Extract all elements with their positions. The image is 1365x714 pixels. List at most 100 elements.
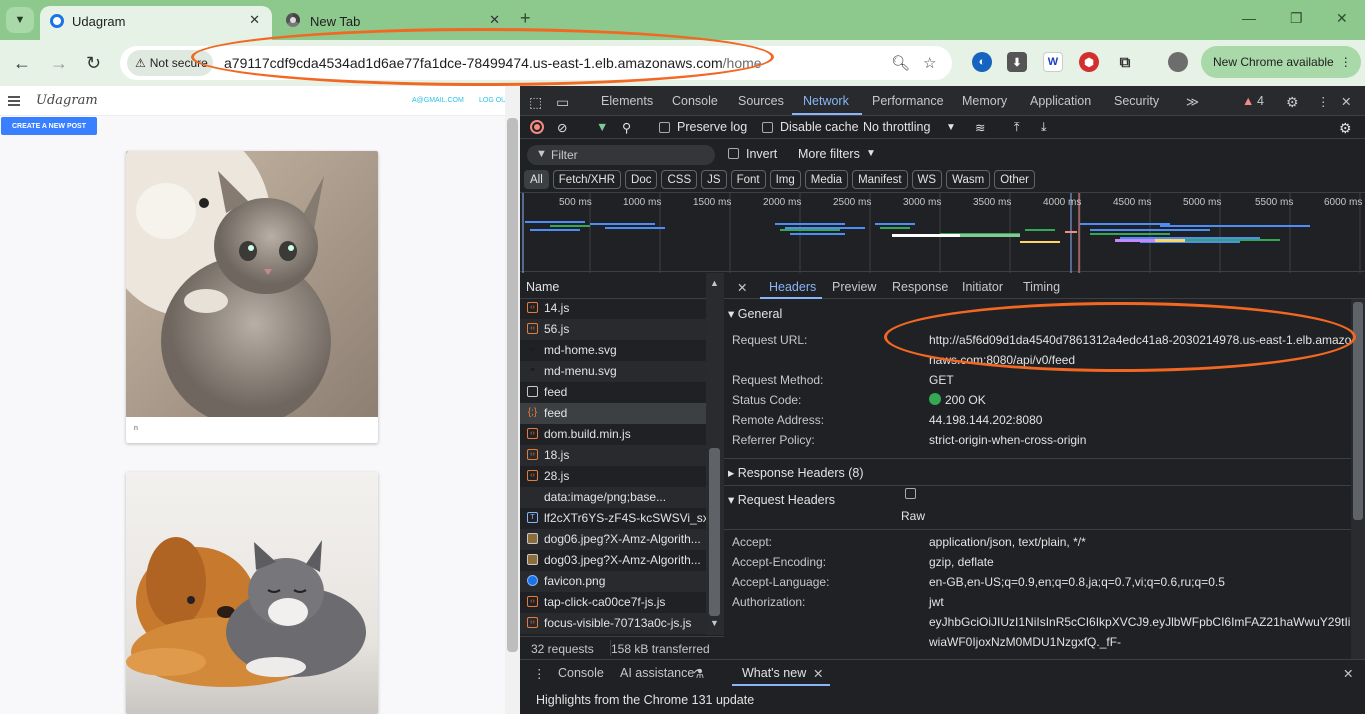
- reload-icon[interactable]: ↻: [86, 53, 101, 74]
- chip-manifest[interactable]: Manifest: [852, 170, 908, 189]
- request-row[interactable]: ⌂ md-home.svg: [520, 340, 706, 361]
- request-row[interactable]: ‹› tap-click-ca00ce7f-js.js: [520, 592, 706, 613]
- throttling-select[interactable]: No throttling: [863, 120, 930, 134]
- drawer-tab-whats-new[interactable]: What's new: [742, 666, 806, 680]
- tab-sources[interactable]: Sources: [738, 94, 784, 108]
- more-options-icon[interactable]: ⋮: [1317, 94, 1330, 109]
- close-window-icon[interactable]: ✕: [1336, 10, 1348, 27]
- network-settings-gear-icon[interactable]: ⚙: [1339, 120, 1352, 137]
- tab-elements[interactable]: Elements: [601, 94, 653, 108]
- tab-security[interactable]: Security: [1114, 94, 1159, 108]
- chip-doc[interactable]: Doc: [625, 170, 658, 189]
- puzzle-icon[interactable]: ⧉: [1115, 52, 1135, 72]
- search-icon[interactable]: ⚲: [622, 120, 631, 135]
- minimize-icon[interactable]: —: [1242, 10, 1256, 26]
- settings-gear-icon[interactable]: ⚙: [1286, 94, 1299, 111]
- general-section-toggle[interactable]: ▾ General: [728, 306, 782, 321]
- close-tab-icon[interactable]: ✕: [489, 12, 500, 28]
- request-row[interactable]: ‹› 56.js: [520, 319, 706, 340]
- invert-checkbox[interactable]: [728, 148, 739, 159]
- chip-ws[interactable]: WS: [911, 170, 943, 189]
- chip-img[interactable]: Img: [769, 170, 801, 189]
- user-email-link[interactable]: A@GMAIL.COM: [412, 97, 464, 104]
- new-tab-button[interactable]: +: [520, 8, 531, 29]
- tab-timing[interactable]: Timing: [1023, 280, 1060, 294]
- tab-headers[interactable]: Headers: [769, 280, 816, 294]
- avatar[interactable]: [1168, 52, 1188, 72]
- request-row[interactable]: feed: [520, 382, 706, 403]
- red-stop-icon[interactable]: ⬢: [1079, 52, 1099, 72]
- tab-console[interactable]: Console: [672, 94, 718, 108]
- scroll-down-icon[interactable]: ▼: [710, 618, 719, 628]
- close-devtools-icon[interactable]: ✕: [1341, 94, 1351, 109]
- device-toolbar-icon[interactable]: ▭: [556, 94, 569, 111]
- more-tabs-icon[interactable]: ≫: [1186, 94, 1199, 109]
- chip-media[interactable]: Media: [804, 170, 849, 189]
- raw-checkbox[interactable]: [905, 488, 916, 499]
- import-har-icon[interactable]: ⤒: [1014, 120, 1020, 135]
- close-tab-icon[interactable]: ✕: [249, 12, 260, 28]
- drawer-menu-icon[interactable]: ⋮: [533, 666, 546, 681]
- issues-count[interactable]: 4: [1257, 94, 1264, 108]
- tab-udagram[interactable]: Udagram ✕: [40, 6, 272, 40]
- tab-preview[interactable]: Preview: [832, 280, 876, 294]
- filter-funnel-icon[interactable]: ▼: [596, 120, 608, 134]
- chip-font[interactable]: Font: [730, 170, 766, 189]
- drawer-tab-ai-assistance[interactable]: AI assistance: [620, 666, 694, 680]
- request-headers-toggle[interactable]: ▾ Request Headers: [728, 492, 835, 507]
- disable-cache-checkbox[interactable]: [762, 122, 773, 133]
- preserve-log-checkbox[interactable]: [659, 122, 670, 133]
- issues-warning-icon[interactable]: ▲: [1242, 94, 1254, 108]
- new-chrome-available-button[interactable]: New Chrome available ⋮: [1201, 46, 1361, 78]
- create-post-button[interactable]: CREATE A NEW POST: [1, 117, 97, 135]
- w-icon[interactable]: W: [1043, 52, 1063, 72]
- request-row[interactable]: ‹› focus-visible-70713a0c-js.js: [520, 613, 706, 634]
- close-drawer-icon[interactable]: ✕: [1343, 666, 1353, 681]
- record-icon[interactable]: [530, 120, 544, 134]
- request-list-header[interactable]: Name: [520, 273, 724, 299]
- request-row[interactable]: ≡ md-menu.svg: [520, 361, 706, 382]
- request-row-selected[interactable]: {;} feed: [520, 403, 706, 424]
- chip-fetch-xhr[interactable]: Fetch/XHR: [552, 170, 622, 189]
- filter-input[interactable]: Filter: [527, 145, 715, 165]
- inspect-element-icon[interactable]: ⬚: [529, 94, 542, 111]
- bookmark-star-icon[interactable]: ☆: [923, 54, 936, 72]
- chip-css[interactable]: CSS: [661, 170, 698, 189]
- request-list-scroll-thumb[interactable]: [709, 448, 720, 616]
- back-icon[interactable]: ←: [13, 53, 31, 74]
- tab-memory[interactable]: Memory: [962, 94, 1007, 108]
- request-row[interactable]: Tlf2cXTr6YS-zF4S-kcSWSVi_sx...: [520, 508, 706, 529]
- chip-other[interactable]: Other: [994, 170, 1035, 189]
- request-row[interactable]: ‹› 14.js: [520, 298, 706, 319]
- tab-performance[interactable]: Performance: [872, 94, 944, 108]
- chip-wasm[interactable]: Wasm: [946, 170, 991, 189]
- close-detail-icon[interactable]: ✕: [737, 280, 747, 295]
- more-filters-dropdown[interactable]: More filters: [798, 147, 860, 161]
- request-row[interactable]: ‹› dom.build.min.js: [520, 424, 706, 445]
- chip-js[interactable]: JS: [701, 170, 727, 189]
- response-headers-toggle[interactable]: ▸ Response Headers (8): [728, 465, 864, 480]
- network-conditions-icon[interactable]: ≋: [975, 120, 985, 135]
- request-row[interactable]: ‹› 28.js: [520, 466, 706, 487]
- request-row[interactable]: dog06.jpeg?X-Amz-Algorith...: [520, 529, 706, 550]
- tab-initiator[interactable]: Initiator: [962, 280, 1003, 294]
- tab-application[interactable]: Application: [1030, 94, 1091, 108]
- download-icon[interactable]: ⬇: [1007, 52, 1027, 72]
- export-har-icon[interactable]: ⤓: [1041, 120, 1047, 135]
- page-scrollbar-thumb[interactable]: [507, 118, 518, 652]
- request-row[interactable]: ‹› 18.js: [520, 445, 706, 466]
- request-row[interactable]: dog03.jpeg?X-Amz-Algorith...: [520, 550, 706, 571]
- menu-icon[interactable]: [8, 96, 20, 106]
- tab-search-button[interactable]: ▼: [6, 7, 34, 33]
- clear-icon[interactable]: ⊘: [557, 120, 567, 135]
- zoom-icon[interactable]: 🔍︎: [891, 54, 910, 72]
- close-whats-new-icon[interactable]: ✕: [813, 666, 823, 681]
- tab-network[interactable]: Network: [803, 94, 849, 108]
- drawer-tab-console[interactable]: Console: [558, 666, 604, 680]
- restore-icon[interactable]: ❐: [1290, 10, 1303, 27]
- request-row[interactable]: data:image/png;base...: [520, 487, 706, 508]
- tab-response[interactable]: Response: [892, 280, 948, 294]
- chip-all[interactable]: All: [524, 170, 549, 189]
- forward-icon[interactable]: →: [50, 53, 68, 74]
- scroll-up-icon[interactable]: ▲: [710, 278, 719, 288]
